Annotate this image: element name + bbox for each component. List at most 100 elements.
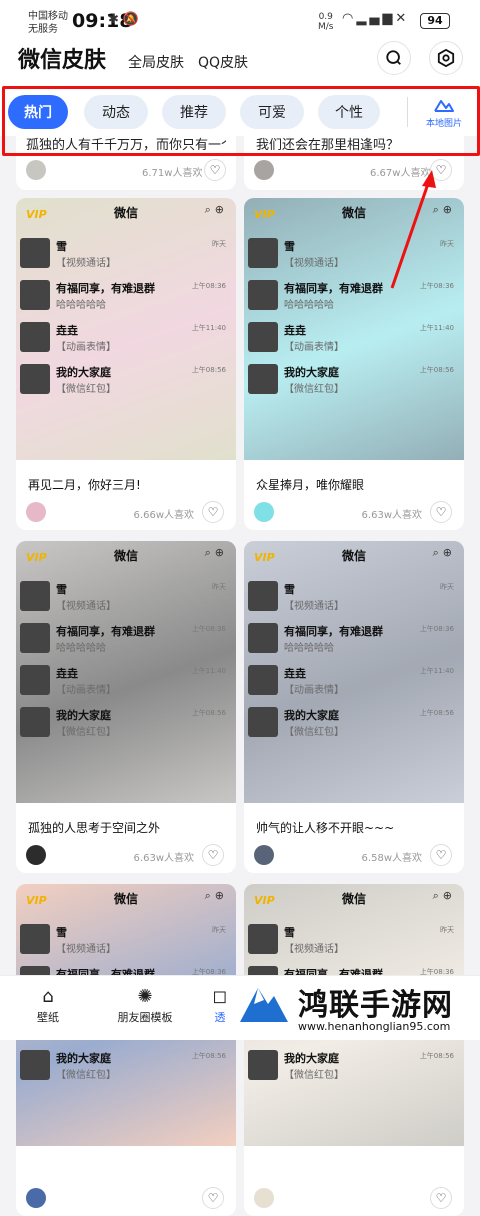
chat-time: 昨天 xyxy=(440,583,454,591)
chat-time: 上午11:40 xyxy=(419,667,454,675)
network-speed: 0.9 M/s xyxy=(318,12,334,32)
chat-name: 有福同享，有难退群 xyxy=(284,625,383,638)
heart-icon: ♡ xyxy=(207,848,219,862)
heart-button[interactable]: ♡ xyxy=(204,159,226,181)
skin-preview: 微信 VIP ⌕⊕ 雪【视频通话】 昨天有福同享，有难退群哈哈哈哈哈 上午08:36 垚垚【… xyxy=(16,198,236,460)
chat-message: 【动画表情】 xyxy=(56,685,116,696)
chat-avatar xyxy=(248,280,278,310)
chat-avatar xyxy=(248,1050,278,1080)
preview-controls: ⌕⊕ xyxy=(204,546,228,559)
likes-count: 6.58w人喜欢 xyxy=(361,853,422,864)
status-right-icons: ◠▂▄▆✕ xyxy=(342,11,409,26)
likes-count: 6.63w人喜欢 xyxy=(133,853,194,864)
chat-message: 【微信红包】 xyxy=(56,727,116,738)
chat-message: 【动画表情】 xyxy=(284,342,344,353)
likes-count: 6.71w人喜欢 xyxy=(142,168,203,179)
chat-time: 上午08:36 xyxy=(191,282,226,290)
aperture-icon: ✺ xyxy=(137,986,153,1007)
bottom-nav-wallpaper[interactable]: ⌂ 壁纸 xyxy=(3,985,93,1025)
chat-avatar xyxy=(20,238,50,268)
avatar xyxy=(26,845,46,865)
preview-chat-row: 垚垚【动画表情】 上午11:40 xyxy=(20,665,232,699)
preview-chat-row: 垚垚【动画表情】 上午11:40 xyxy=(248,665,460,699)
chat-time: 上午08:56 xyxy=(191,366,226,374)
page-title: 微信皮肤 xyxy=(18,48,107,73)
skin-card[interactable]: 微信VIP⌕⊕雪【视频通话】昨天有福同享，有难退群哈哈哈哈哈上午08:36垚垚【… xyxy=(16,198,236,530)
chat-name: 有福同享，有难退群 xyxy=(56,282,155,295)
preview-chat-row: 雪【视频通话】 昨天 xyxy=(248,581,460,615)
chat-time: 昨天 xyxy=(440,926,454,934)
preview-app-title: 微信 xyxy=(341,892,366,906)
chat-message: 【视频通话】 xyxy=(56,601,116,612)
highlight-box xyxy=(2,86,480,156)
heart-button[interactable]: ♡ xyxy=(202,844,224,866)
chat-name: 雪 xyxy=(56,926,67,939)
chat-message: 哈哈哈哈哈 xyxy=(56,643,106,654)
chat-message: 【微信红包】 xyxy=(284,384,344,395)
chat-avatar xyxy=(20,1050,50,1080)
chat-message: 【微信红包】 xyxy=(56,384,116,395)
chat-name: 垚垚 xyxy=(284,324,306,337)
chat-avatar xyxy=(20,322,50,352)
preview-chat-row: 我的大家庭 【微信红包】 上午08:56 xyxy=(20,1050,232,1084)
chat-avatar xyxy=(248,364,278,394)
heart-button[interactable]: ♡ xyxy=(430,1187,452,1209)
watermark-title: 鸿联手游网 xyxy=(298,988,453,1023)
vip-badge: VIP xyxy=(254,551,275,564)
preview-chat-row: 我的大家庭 【微信红包】 上午08:56 xyxy=(248,364,460,398)
chat-name: 我的大家庭 xyxy=(56,1052,111,1065)
preview-chat-row: 我的大家庭 【微信红包】 上午08:56 xyxy=(20,707,232,741)
chat-name: 雪 xyxy=(56,583,67,596)
chat-message: 【视频通话】 xyxy=(56,944,116,955)
chat-name: 我的大家庭 xyxy=(284,1052,339,1065)
preview-controls: ⌕⊕ xyxy=(432,889,456,902)
avatar xyxy=(254,502,274,522)
status-left-icons: ✱🔕 xyxy=(108,12,143,27)
chat-avatar xyxy=(20,623,50,653)
preview-chat-row: 我的大家庭【微信红包】 上午08:56 xyxy=(248,1050,460,1084)
settings-button[interactable] xyxy=(429,41,463,75)
skin-card[interactable]: 微信VIP⌕⊕雪【视频通话】昨天有福同享，有难退群哈哈哈哈哈上午08:36垚垚【… xyxy=(16,884,236,1216)
speed-value: 0.9 xyxy=(318,12,333,22)
home-icon: ⌂ xyxy=(42,986,54,1007)
heart-icon: ♡ xyxy=(435,505,447,519)
vip-badge: VIP xyxy=(26,551,47,564)
vip-badge: VIP xyxy=(254,894,275,907)
heart-button[interactable]: ♡ xyxy=(430,501,452,523)
signal-off-icon: ✕ xyxy=(395,11,410,26)
vip-badge: VIP xyxy=(254,208,275,221)
heart-icon: ♡ xyxy=(207,1191,219,1205)
heart-button[interactable]: ♡ xyxy=(202,501,224,523)
card-title: 再见二月，你好三月! xyxy=(28,478,141,492)
chat-time: 昨天 xyxy=(212,926,226,934)
chat-time: 上午08:56 xyxy=(419,1052,454,1060)
preview-app-title: 微信 xyxy=(341,549,366,563)
skin-card[interactable]: 微信VIP⌕⊕雪【视频通话】昨天有福同享，有难退群哈哈哈哈哈上午08:36垚垚【… xyxy=(244,884,464,1216)
heart-button[interactable]: ♡ xyxy=(202,1187,224,1209)
settings-hex-icon xyxy=(437,49,455,67)
chat-time: 上午08:56 xyxy=(191,1052,226,1060)
search-button[interactable] xyxy=(377,41,411,75)
chat-message: 【微信红包】 xyxy=(284,727,344,738)
skin-card[interactable]: 微信VIP⌕⊕雪【视频通话】昨天有福同享，有难退群哈哈哈哈哈上午08:36垚垚【… xyxy=(244,541,464,873)
chat-message: 【动画表情】 xyxy=(284,685,344,696)
skin-preview: 微信 VIP ⌕⊕ 雪【视频通话】 昨天有福同享，有难退群哈哈哈哈哈 上午08:36 垚垚【… xyxy=(16,541,236,803)
chat-message: 【视频通话】 xyxy=(284,258,344,269)
preview-chat-row: 雪【视频通话】 昨天 xyxy=(248,924,460,958)
likes-count: 6.63w人喜欢 xyxy=(361,510,422,521)
chat-avatar xyxy=(20,665,50,695)
chat-time: 昨天 xyxy=(212,240,226,248)
nav-qq-skin[interactable]: QQ皮肤 xyxy=(198,52,248,72)
skin-card[interactable]: 微信VIP⌕⊕雪【视频通话】昨天有福同享，有难退群哈哈哈哈哈上午08:36垚垚【… xyxy=(16,541,236,873)
chat-avatar xyxy=(248,238,278,268)
chat-avatar xyxy=(248,322,278,352)
chat-avatar xyxy=(20,581,50,611)
bottom-nav-moments-template[interactable]: ✺ 朋友圈模板 xyxy=(100,985,190,1025)
chat-avatar xyxy=(248,665,278,695)
chat-message: 【微信红包】 xyxy=(284,1070,344,1081)
watermark-url: www.henanhonglian95.com xyxy=(298,1020,451,1033)
heart-button[interactable]: ♡ xyxy=(430,844,452,866)
card-title: 众星捧月，唯你耀眼 xyxy=(256,478,365,492)
nav-global-skin[interactable]: 全局皮肤 xyxy=(128,52,184,72)
chat-message: 哈哈哈哈哈 xyxy=(284,643,334,654)
